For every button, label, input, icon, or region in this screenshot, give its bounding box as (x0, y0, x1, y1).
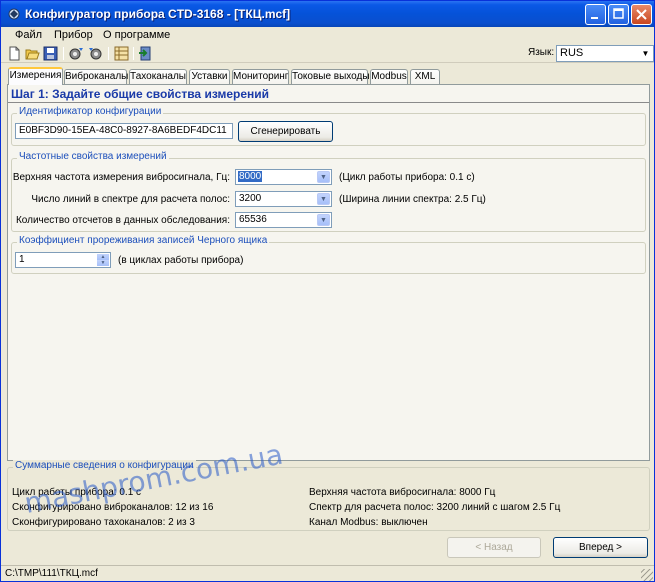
minimize-icon (591, 17, 598, 19)
blackbox-group: Коэффициент прореживания записей Черного… (11, 235, 646, 274)
title-bar[interactable]: Конфигуратор прибора CTD-3168 - [ТКЦ.mcf… (1, 1, 654, 27)
toolbar-separator (133, 47, 134, 60)
back-button[interactable]: < Назад (447, 537, 541, 558)
samples-count-value: 65536 (239, 214, 267, 225)
upper-freq-label: Верхняя частота измерения вибросигнала, … (12, 172, 230, 183)
open-folder-icon[interactable] (25, 46, 40, 61)
samples-count-select[interactable]: 65536 ▼ (235, 212, 332, 228)
frequency-group-title: Частотные свойства измерений (17, 151, 169, 162)
minimize-button[interactable] (585, 4, 606, 25)
save-icon[interactable] (43, 46, 58, 61)
write-device-icon[interactable] (88, 46, 103, 61)
summary-spectrum: Спектр для расчета полос: 3200 линий с ш… (309, 502, 561, 513)
table-icon[interactable] (114, 46, 129, 61)
chevron-down-icon[interactable]: ▼ (317, 193, 330, 205)
menu-bar: Файл Прибор О программе (1, 27, 654, 45)
menu-file[interactable]: Файл (15, 29, 42, 41)
upper-freq-select[interactable]: 8000 ▼ (235, 169, 332, 185)
frequency-group: Частотные свойства измерений Верхняя час… (11, 151, 646, 232)
new-file-icon[interactable] (7, 46, 22, 61)
status-bar: C:\TMP\111\ТКЦ.mcf (1, 565, 654, 582)
summary-modbus: Канал Modbus: выключен (309, 517, 428, 528)
language-value: RUS (560, 47, 584, 59)
tab-vibro-channels[interactable]: Виброканалы (64, 69, 128, 84)
app-icon (8, 8, 20, 20)
close-button[interactable] (631, 4, 652, 25)
toolbar-separator (108, 47, 109, 60)
decimation-value: 1 (19, 254, 25, 265)
spectrum-lines-note: (Ширина линии спектра: 2.5 Гц) (339, 194, 486, 205)
upper-freq-note: (Цикл работы прибора: 0.1 с) (339, 172, 475, 183)
toolbar-separator (63, 47, 64, 60)
menu-about[interactable]: О программе (103, 29, 170, 41)
main-window: Конфигуратор прибора CTD-3168 - [ТКЦ.mcf… (0, 0, 655, 582)
spin-down-icon[interactable]: ▼ (97, 260, 109, 266)
menu-device[interactable]: Прибор (54, 29, 93, 41)
maximize-button[interactable] (608, 4, 629, 25)
next-button[interactable]: Вперед > (553, 537, 648, 558)
tab-modbus[interactable]: Modbus (370, 69, 408, 84)
language-select[interactable]: RUS ▼ (556, 45, 654, 62)
language-label: Язык: (528, 47, 555, 58)
window-title: Конфигуратор прибора CTD-3168 - [ТКЦ.mcf… (25, 7, 291, 21)
config-id-group: Идентификатор конфигурации E0BF3D90-15EA… (11, 106, 646, 146)
spectrum-lines-select[interactable]: 3200 ▼ (235, 191, 332, 207)
step-title: Шаг 1: Задайте общие свойства измерений (11, 87, 270, 101)
step-divider (8, 102, 649, 103)
tab-current-outputs[interactable]: Токовые выходы (291, 69, 370, 84)
exit-icon[interactable] (138, 46, 153, 61)
config-id-field[interactable]: E0BF3D90-15EA-48C0-8927-8A6BEDF4DC11 (15, 123, 233, 139)
status-file-path: C:\TMP\111\ТКЦ.mcf (5, 568, 98, 579)
config-id-group-title: Идентификатор конфигурации (17, 106, 164, 117)
chevron-down-icon[interactable]: ▼ (317, 171, 330, 183)
samples-count-label: Количество отсчетов в данных обследовани… (15, 215, 230, 226)
resize-grip-icon[interactable] (641, 569, 653, 581)
close-icon (636, 9, 647, 20)
decimation-note: (в циклах работы прибора) (118, 255, 244, 266)
tab-monitoring[interactable]: Мониторинг (232, 69, 289, 84)
summary-tacho-channels: Сконфигурировано тахоканалов: 2 из 3 (12, 517, 195, 528)
blackbox-group-title: Коэффициент прореживания записей Черного… (17, 235, 270, 246)
spectrum-lines-value: 3200 (239, 193, 262, 204)
maximize-icon (613, 8, 624, 19)
spectrum-lines-label: Число линий в спектре для расчета полос: (31, 194, 230, 205)
decimation-spinner[interactable]: 1 ▲ ▼ (15, 252, 111, 268)
read-device-icon[interactable] (69, 46, 84, 61)
chevron-down-icon[interactable]: ▼ (317, 214, 330, 226)
tab-setpoints[interactable]: Уставки (189, 69, 230, 84)
generate-button[interactable]: Сгенерировать (238, 121, 333, 142)
tab-xml[interactable]: XML (410, 69, 440, 84)
summary-upper-freq: Верхняя частота вибросигнала: 8000 Гц (309, 487, 496, 498)
tab-page-measurements: Шаг 1: Задайте общие свойства измерений … (7, 84, 650, 461)
upper-freq-value: 8000 (238, 171, 263, 182)
tab-tacho-channels[interactable]: Тахоканалы (129, 69, 187, 84)
tab-measurements[interactable]: Измерения (8, 67, 63, 85)
chevron-down-icon[interactable]: ▼ (639, 47, 652, 60)
